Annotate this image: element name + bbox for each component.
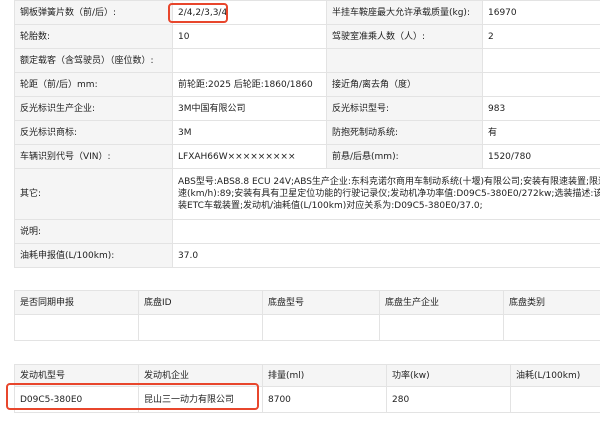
spec-track-value-2	[482, 72, 600, 97]
spec-row-note: 说明:	[14, 219, 600, 244]
spec-row-reflector-brand: 反光标识商标: 3M 防抱死制动系统: 有	[14, 120, 600, 145]
spec-reflector-maker-label-2: 反光标识型号:	[326, 96, 483, 121]
spec-vin-label-2: 前悬/后悬(mm):	[326, 144, 483, 169]
cell-displacement: 8700	[262, 386, 387, 413]
chassis-sync-table: 是否同期申报 底盘ID 底盘型号 底盘生产企业 底盘类别	[14, 290, 600, 341]
header-power: 功率(kw)	[386, 364, 511, 387]
cell-fuel-consumption	[510, 386, 600, 413]
header-chassis-id: 底盘ID	[138, 290, 263, 315]
other-line-3: 装ETC车载装置;发动机/油耗值(L/100km)对应关系为:D09C5-380…	[178, 201, 483, 211]
other-line-2: 速(km/h):89;安装有具有卫星定位功能的行驶记录仪;发动机净功率值:D09…	[178, 189, 600, 199]
cell-chassis-maker	[379, 314, 504, 341]
spec-row-other: 其它: ABS型号:ABS8.8 ECU 24V;ABS生产企业:东科克诺尔商用…	[14, 168, 600, 220]
spec-row-tires: 轮胎数: 10 驾驶室准乘人数（人）: 2	[14, 24, 600, 49]
spec-reflector-brand-label-1: 反光标识商标:	[14, 120, 173, 145]
spec-tires-label-1: 轮胎数:	[14, 24, 173, 49]
header-chassis-category: 底盘类别	[503, 290, 600, 315]
spec-row-passengers: 额定载客（含驾驶员）（座位数）:	[14, 48, 600, 73]
cell-chassis-id	[138, 314, 263, 341]
spec-reflector-brand-label-2: 防抱死制动系统:	[326, 120, 483, 145]
spec-passengers-value-2	[482, 48, 600, 73]
spec-reflector-brand-value-2: 有	[482, 120, 600, 145]
cell-chassis-model	[262, 314, 380, 341]
header-displacement: 排量(ml)	[262, 364, 387, 387]
spec-tires-value-1: 10	[172, 24, 327, 49]
spec-reflector-maker-value-2: 983	[482, 96, 600, 121]
header-chassis-model: 底盘型号	[262, 290, 380, 315]
spec-row-vin: 车辆识别代号（VIN）: LFXAH66W××××××××× 前悬/后悬(mm): 1…	[14, 144, 600, 169]
header-chassis-maker: 底盘生产企业	[379, 290, 504, 315]
header-fuel-consumption: 油耗(L/100km)	[510, 364, 600, 387]
spec-row-leaf-spring: 钢板弹簧片数（前/后）: 2/4,2/3,3/4 半挂车鞍座最大允许承载质量(kg)…	[14, 0, 600, 25]
note-value	[172, 219, 600, 244]
chassis-header-row: 是否同期申报 底盘ID 底盘型号 底盘生产企业 底盘类别	[14, 290, 600, 315]
spec-vin-value-2: 1520/780	[482, 144, 600, 169]
fuel-value: 37.0	[172, 243, 600, 268]
spec-vin-value-1: LFXAH66W×××××××××	[172, 144, 327, 169]
other-label: 其它:	[14, 168, 173, 220]
spec-reflector-maker-label-1: 反光标识生产企业:	[14, 96, 173, 121]
spec-passengers-label-2	[326, 48, 483, 73]
note-label: 说明:	[14, 219, 173, 244]
spec-row-track: 轮距（前/后）mm: 前轮距:2025 后轮距:1860/1860 接近角/离去角（…	[14, 72, 600, 97]
engine-row-highlight	[6, 383, 259, 410]
spec-tires-label-2: 驾驶室准乘人数（人）:	[326, 24, 483, 49]
spec-passengers-label-1: 额定载客（含驾驶员）（座位数）:	[14, 48, 173, 73]
spec-leaf-spring-value-2: 16970	[482, 0, 600, 25]
spec-track-label-2: 接近角/离去角（度）	[326, 72, 483, 97]
spec-track-value-1: 前轮距:2025 后轮距:1860/1860	[172, 72, 327, 97]
leaf-spring-highlight	[168, 3, 228, 23]
spec-track-label-1: 轮距（前/后）mm:	[14, 72, 173, 97]
fuel-label: 油耗申报值(L/100km):	[14, 243, 173, 268]
spec-row-fuel: 油耗申报值(L/100km): 37.0	[14, 243, 600, 268]
cell-power: 280	[386, 386, 511, 413]
chassis-data-row	[14, 314, 600, 341]
cell-sync-declare	[14, 314, 139, 341]
spec-reflector-brand-value-1: 3M	[172, 120, 327, 145]
other-line-1: ABS型号:ABS8.8 ECU 24V;ABS生产企业:东科克诺尔商用车制动系…	[178, 177, 600, 187]
other-value: ABS型号:ABS8.8 ECU 24V;ABS生产企业:东科克诺尔商用车制动系…	[172, 168, 600, 220]
spec-row-reflector-maker: 反光标识生产企业: 3M中国有限公司 反光标识型号: 983	[14, 96, 600, 121]
vehicle-spec-table: 钢板弹簧片数（前/后）: 2/4,2/3,3/4 半挂车鞍座最大允许承载质量(kg)…	[14, 0, 600, 268]
spec-passengers-value-1	[172, 48, 327, 73]
spec-tires-value-2: 2	[482, 24, 600, 49]
spec-leaf-spring-label-2: 半挂车鞍座最大允许承载质量(kg):	[326, 0, 483, 25]
cell-chassis-category	[503, 314, 600, 341]
header-sync-declare: 是否同期申报	[14, 290, 139, 315]
spec-reflector-maker-value-1: 3M中国有限公司	[172, 96, 327, 121]
spec-rows: 钢板弹簧片数（前/后）: 2/4,2/3,3/4 半挂车鞍座最大允许承载质量(kg)…	[14, 0, 600, 169]
spec-vin-label-1: 车辆识别代号（VIN）:	[14, 144, 173, 169]
spec-leaf-spring-label-1: 钢板弹簧片数（前/后）:	[14, 0, 173, 25]
